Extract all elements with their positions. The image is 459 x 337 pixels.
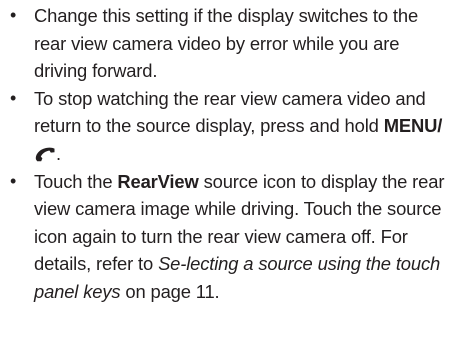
manual-page: • Change this setting if the display swi… bbox=[0, 0, 459, 337]
bullet-text-end: on page 11. bbox=[120, 280, 220, 302]
bullet-mark: • bbox=[10, 5, 17, 25]
phone-handset-icon bbox=[34, 146, 56, 162]
bullet-mark: • bbox=[10, 170, 17, 191]
bullet-item-setting-note: • Change this setting if the display swi… bbox=[10, 2, 455, 85]
bullet-item-stop-watching: • To stop watching the rear view camera … bbox=[10, 85, 455, 168]
bullet-item-rearview-source: • Touch the RearView source icon to disp… bbox=[10, 168, 455, 306]
menu-key-label: MENU/ bbox=[383, 115, 443, 137]
bullet-list: • Change this setting if the display swi… bbox=[10, 2, 455, 306]
bullet-mark: • bbox=[10, 87, 17, 108]
bullet-text: Change this setting if the display switc… bbox=[34, 5, 419, 82]
bullet-text: Touch the bbox=[34, 170, 118, 192]
rearview-source-label: RearView bbox=[117, 170, 199, 192]
bullet-text: To stop watching the rear view camera vi… bbox=[34, 87, 426, 137]
bullet-text-end: . bbox=[56, 142, 61, 164]
